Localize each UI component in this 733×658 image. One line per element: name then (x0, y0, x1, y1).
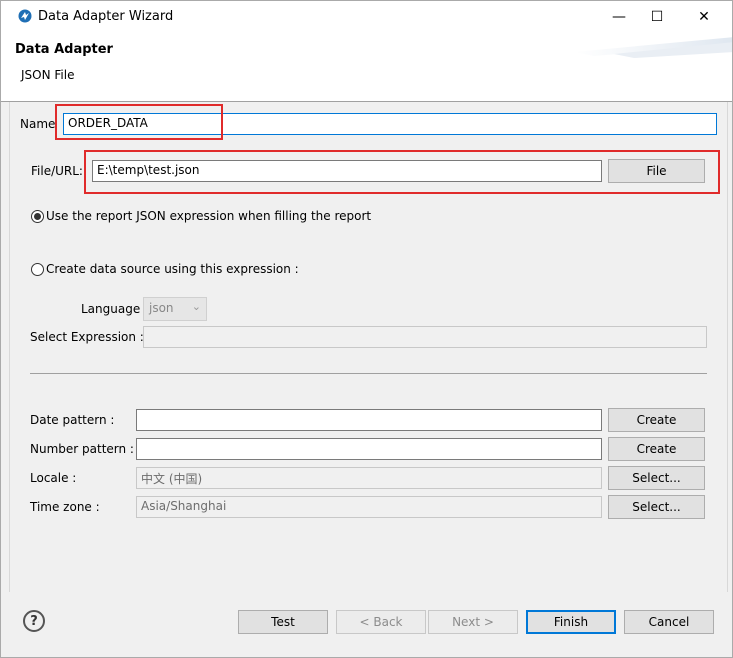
maximize-icon: ☐ (650, 8, 664, 25)
next-button: Next > (428, 610, 518, 634)
cancel-button[interactable]: Cancel (624, 610, 714, 634)
timezone-select-button[interactable]: Select... (608, 495, 705, 519)
file-browse-button[interactable]: File (608, 159, 705, 183)
file-url-label: File/URL: (31, 164, 83, 178)
chevron-down-icon: ⌄ (191, 300, 201, 313)
back-button: < Back (336, 610, 426, 634)
date-pattern-create-button[interactable]: Create (608, 408, 705, 432)
data-adapter-wizard-window: Data Adapter Wizard — ☐ ✕ Data Adapter J… (0, 0, 733, 658)
select-expression-label: Select Expression : (30, 330, 144, 344)
locale-field: 中文 (中国) (136, 467, 602, 489)
language-value: json (149, 301, 174, 315)
wizard-header: Data Adapter JSON File (1, 32, 732, 102)
app-logo-icon (18, 9, 32, 23)
page-title: Data Adapter (15, 42, 113, 57)
timezone-label: Time zone : (30, 500, 100, 514)
locale-label: Locale : (30, 471, 77, 485)
date-pattern-label: Date pattern : (30, 413, 115, 427)
finish-button[interactable]: Finish (526, 610, 616, 634)
maximize-button[interactable]: ☐ (634, 1, 680, 32)
select-expression-field (143, 326, 707, 348)
date-pattern-field[interactable] (136, 409, 602, 431)
wizard-content: Name ORDER_DATA File/URL: E:\temp\test.j… (9, 102, 728, 592)
file-url-field[interactable]: E:\temp\test.json (92, 160, 602, 182)
name-field[interactable]: ORDER_DATA (63, 113, 717, 135)
title-bar: Data Adapter Wizard — ☐ ✕ (1, 1, 732, 32)
timezone-field: Asia/Shanghai (136, 496, 602, 518)
banner-decoration (574, 37, 732, 58)
number-pattern-label: Number pattern : (30, 442, 134, 456)
number-pattern-field[interactable] (136, 438, 602, 460)
page-subtitle: JSON File (21, 68, 75, 82)
help-icon[interactable]: ? (23, 610, 45, 632)
radio-create-datasource[interactable] (31, 263, 44, 276)
minimize-icon: — (612, 8, 626, 25)
radio-report-expression-label: Use the report JSON expression when fill… (46, 209, 372, 223)
language-select: json ⌄ (143, 297, 207, 321)
close-icon: ✕ (698, 8, 710, 25)
name-label: Name (20, 117, 56, 131)
locale-select-button[interactable]: Select... (608, 466, 705, 490)
radio-create-datasource-label: Create data source using this expression… (46, 262, 299, 276)
language-label: Language (81, 302, 141, 316)
test-button[interactable]: Test (238, 610, 328, 634)
section-divider (30, 373, 707, 374)
close-button[interactable]: ✕ (681, 1, 727, 32)
window-title: Data Adapter Wizard (38, 9, 174, 24)
radio-report-expression[interactable] (31, 210, 44, 223)
number-pattern-create-button[interactable]: Create (608, 437, 705, 461)
